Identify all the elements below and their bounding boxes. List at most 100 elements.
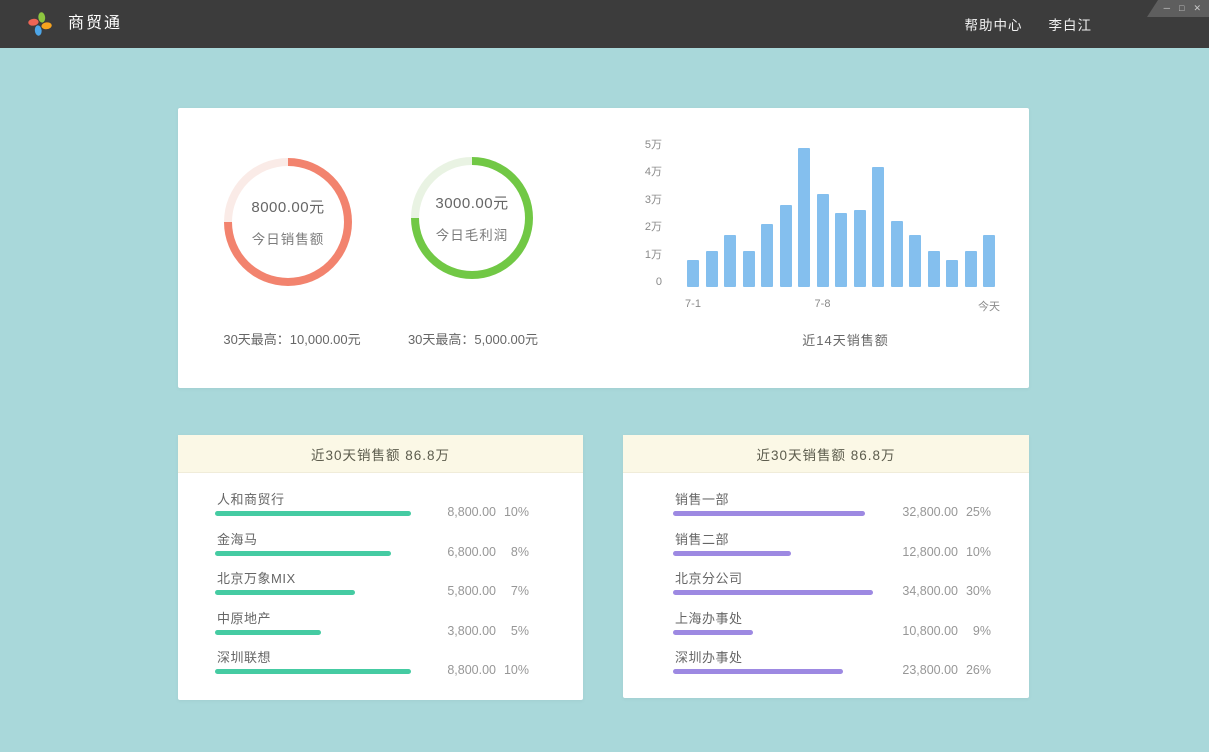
chart-title: 近14天销售额: [738, 330, 953, 349]
sales-bar: [965, 251, 977, 287]
rank-row-bar: [673, 590, 873, 595]
today-sales-ring: 8000.00元 今日销售额: [224, 158, 352, 286]
rank-row: 金海马 6,800.008%: [215, 528, 583, 568]
sales-bar: [872, 167, 884, 287]
sales-bar-chart: [687, 142, 995, 287]
sales-bar: [946, 260, 958, 288]
rank-row-amount: 5,800.00: [416, 584, 496, 598]
rank-row: 北京万象MIX 5,800.007%: [215, 567, 583, 607]
today-sales-ring-center: 8000.00元 今日销售额: [232, 166, 344, 278]
rank-row-bar: [673, 669, 843, 674]
sales-bar: [780, 205, 792, 288]
today-profit-ring: 3000.00元 今日毛利润: [411, 157, 533, 279]
rank-row-amount: 3,800.00: [416, 624, 496, 638]
rank-row-bar: [215, 511, 411, 516]
app-logo-pinwheel-icon: [27, 11, 53, 37]
rank-row-amount: 34,800.00: [878, 584, 958, 598]
rank-row: 中原地产 3,800.005%: [215, 607, 583, 647]
sales-bar: [687, 260, 699, 288]
chart-y-axis: 5万4万3万2万1万0: [618, 108, 662, 308]
rank-row-values: 3,800.005%: [416, 624, 529, 638]
rank-row-values: 8,800.0010%: [416, 505, 529, 519]
rank-row-amount: 23,800.00: [878, 663, 958, 677]
rank-row-values: 10,800.009%: [878, 624, 991, 638]
y-tick-label: 4万: [618, 166, 662, 179]
user-name-menu[interactable]: 李白江: [1049, 14, 1093, 34]
rank-row-values: 23,800.0026%: [878, 663, 991, 677]
rank-row-values: 12,800.0010%: [878, 545, 991, 559]
rank-row-percent: 5%: [496, 624, 529, 638]
sales-bar: [891, 221, 903, 287]
sales-bar: [909, 235, 921, 287]
profit-30day-max: 30天最高：5,000.00元: [367, 329, 579, 348]
rank-row-percent: 7%: [496, 584, 529, 598]
sales-bar: [817, 194, 829, 288]
today-sales-label: 今日销售额: [252, 228, 325, 248]
close-icon[interactable]: ✕: [1193, 4, 1201, 13]
rank-row-name: 销售二部: [675, 529, 729, 548]
x-tick-label: 7-1: [685, 298, 701, 310]
rank-row-name: 中原地产: [217, 608, 271, 627]
rank-row-percent: 26%: [958, 663, 991, 677]
rank-row-percent: 30%: [958, 584, 991, 598]
help-center-link[interactable]: 帮助中心: [965, 14, 1023, 34]
rank-row-bar: [215, 551, 391, 556]
titlebar: 商贸通 帮助中心 李白江 ─ □ ✕: [0, 0, 1209, 48]
today-profit-ring-center: 3000.00元 今日毛利润: [419, 165, 525, 271]
rank-row-amount: 12,800.00: [878, 545, 958, 559]
rank-row-bar: [215, 590, 355, 595]
y-tick-label: 0: [618, 276, 662, 289]
rank-row-name: 深圳联想: [217, 647, 271, 666]
x-tick-label: 7-8: [815, 298, 831, 310]
customer-rank-list: 人和商贸行8,800.0010%金海马6,800.008%北京万象MIX5,80…: [178, 473, 583, 686]
sales-bar: [835, 213, 847, 287]
y-tick-label: 2万: [618, 221, 662, 234]
rank-row-percent: 10%: [958, 545, 991, 559]
window-controls: ─ □ ✕: [1147, 0, 1209, 17]
rank-row-bar: [673, 630, 753, 635]
app-title: 商贸通: [68, 0, 122, 48]
rank-row-percent: 25%: [958, 505, 991, 519]
sales-bar: [706, 251, 718, 287]
sales-bar: [761, 224, 773, 287]
rank-row-name: 北京万象MIX: [217, 568, 296, 587]
today-sales-value: 8000.00元: [251, 196, 324, 217]
rank-row-amount: 6,800.00: [416, 545, 496, 559]
rank-row-bar: [673, 551, 791, 556]
rank-row-bar: [215, 669, 411, 674]
department-rank-title: 近30天销售额 86.8万: [623, 435, 1029, 473]
rank-row-percent: 9%: [958, 624, 991, 638]
rank-row-percent: 10%: [496, 505, 529, 519]
rank-row: 北京分公司 34,800.0030%: [673, 567, 1029, 607]
rank-row-amount: 8,800.00: [416, 505, 496, 519]
sales-bar: [928, 251, 940, 287]
minimize-icon[interactable]: ─: [1164, 4, 1170, 13]
sales-bar: [798, 148, 810, 287]
rank-row-name: 人和商贸行: [217, 489, 285, 508]
rank-row-name: 深圳办事处: [675, 647, 743, 666]
rank-row-values: 6,800.008%: [416, 545, 529, 559]
today-profit-label: 今日毛利润: [436, 224, 509, 244]
rank-row-name: 北京分公司: [675, 568, 743, 587]
department-rank-list: 销售一部 32,800.0025% 销售二部 12,800.0010% 北京分公司 34,…: [623, 473, 1029, 686]
rank-row-values: 5,800.007%: [416, 584, 529, 598]
rank-row-amount: 32,800.00: [878, 505, 958, 519]
rank-row-amount: 10,800.00: [878, 624, 958, 638]
rank-row-percent: 10%: [496, 663, 529, 677]
rank-row-name: 金海马: [217, 529, 258, 548]
rank-row: 上海办事处10,800.009%: [673, 607, 1029, 647]
y-tick-label: 3万: [618, 194, 662, 207]
rank-row-values: 8,800.0010%: [416, 663, 529, 677]
rank-row-values: 34,800.0030%: [878, 584, 991, 598]
customer-rank-title: 近30天销售额 86.8万: [178, 435, 583, 473]
rank-row-bar: [215, 630, 321, 635]
customer-rank-card: 近30天销售额 86.8万 人和商贸行8,800.0010%金海马6,800.0…: [178, 435, 583, 700]
sales-bar: [743, 251, 755, 287]
rank-row: 销售一部 32,800.0025%: [673, 488, 1029, 528]
rank-row: 深圳联想 8,800.0010%: [215, 646, 583, 686]
rank-row: 人和商贸行 8,800.0010%: [215, 488, 583, 528]
y-tick-label: 5万: [618, 139, 662, 152]
rank-row-amount: 8,800.00: [416, 663, 496, 677]
rank-row-name: 销售一部: [675, 489, 729, 508]
maximize-icon[interactable]: □: [1179, 4, 1184, 13]
